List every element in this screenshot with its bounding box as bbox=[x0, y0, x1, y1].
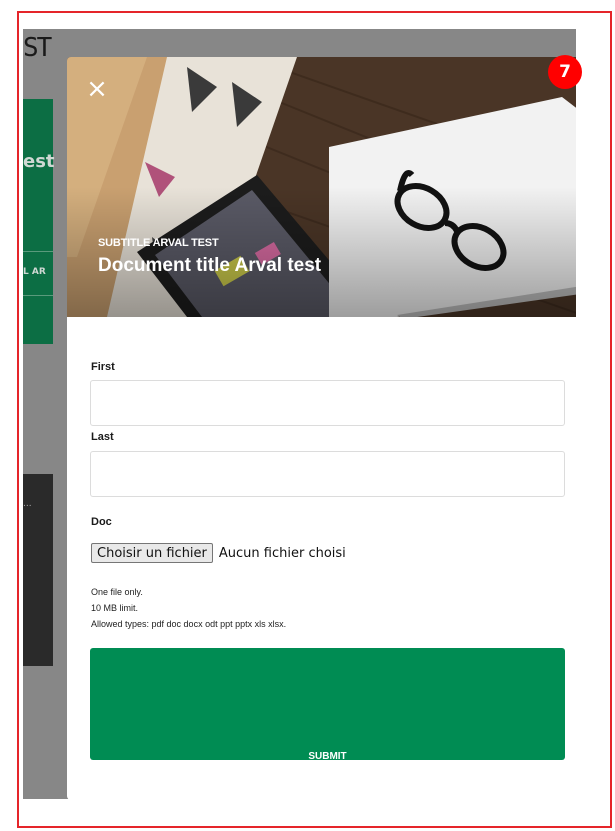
submit-label: SUBMIT bbox=[308, 751, 347, 760]
first-name-input[interactable] bbox=[90, 380, 565, 426]
file-upload: Choisir un fichier Aucun fichier choisi bbox=[91, 543, 346, 563]
help-line: 10 MB limit. bbox=[91, 603, 139, 613]
background-divider bbox=[23, 295, 53, 296]
last-name-input[interactable] bbox=[90, 451, 565, 497]
help-line: Allowed types: pdf doc docx odt ppt pptx… bbox=[91, 619, 287, 629]
modal-subtitle: SUBTITLE ARVAL TEST bbox=[98, 237, 219, 249]
close-icon[interactable]: × bbox=[85, 76, 109, 102]
background-card-text: ... bbox=[23, 499, 32, 509]
modal-title: Document title Arval test bbox=[98, 255, 322, 276]
page-backdrop: ST est L AR ... ? bbox=[23, 29, 576, 799]
file-status-text: Aucun fichier choisi bbox=[218, 545, 346, 561]
submit-button[interactable]: SUBMIT bbox=[90, 648, 565, 760]
modal-hero-image: × SUBTITLE ARVAL TEST Document title Arv… bbox=[67, 57, 576, 317]
background-banner-text: est bbox=[23, 151, 55, 172]
background-banner-subtext: L AR bbox=[23, 267, 46, 277]
background-logo: ST bbox=[23, 33, 52, 63]
hero-photo-illustration bbox=[67, 57, 576, 317]
help-line: One file only. bbox=[91, 587, 143, 597]
doc-label: Doc bbox=[91, 516, 112, 528]
background-divider bbox=[23, 251, 53, 252]
upload-help-text: One file only. 10 MB limit. Allowed type… bbox=[91, 584, 286, 632]
background-green-banner bbox=[23, 99, 53, 344]
first-name-label: First bbox=[91, 361, 115, 373]
last-name-label: Last bbox=[91, 431, 114, 443]
notification-badge: 7 bbox=[548, 55, 582, 89]
choose-file-button[interactable]: Choisir un fichier bbox=[91, 543, 213, 563]
document-modal: × SUBTITLE ARVAL TEST Document title Arv… bbox=[67, 57, 576, 799]
